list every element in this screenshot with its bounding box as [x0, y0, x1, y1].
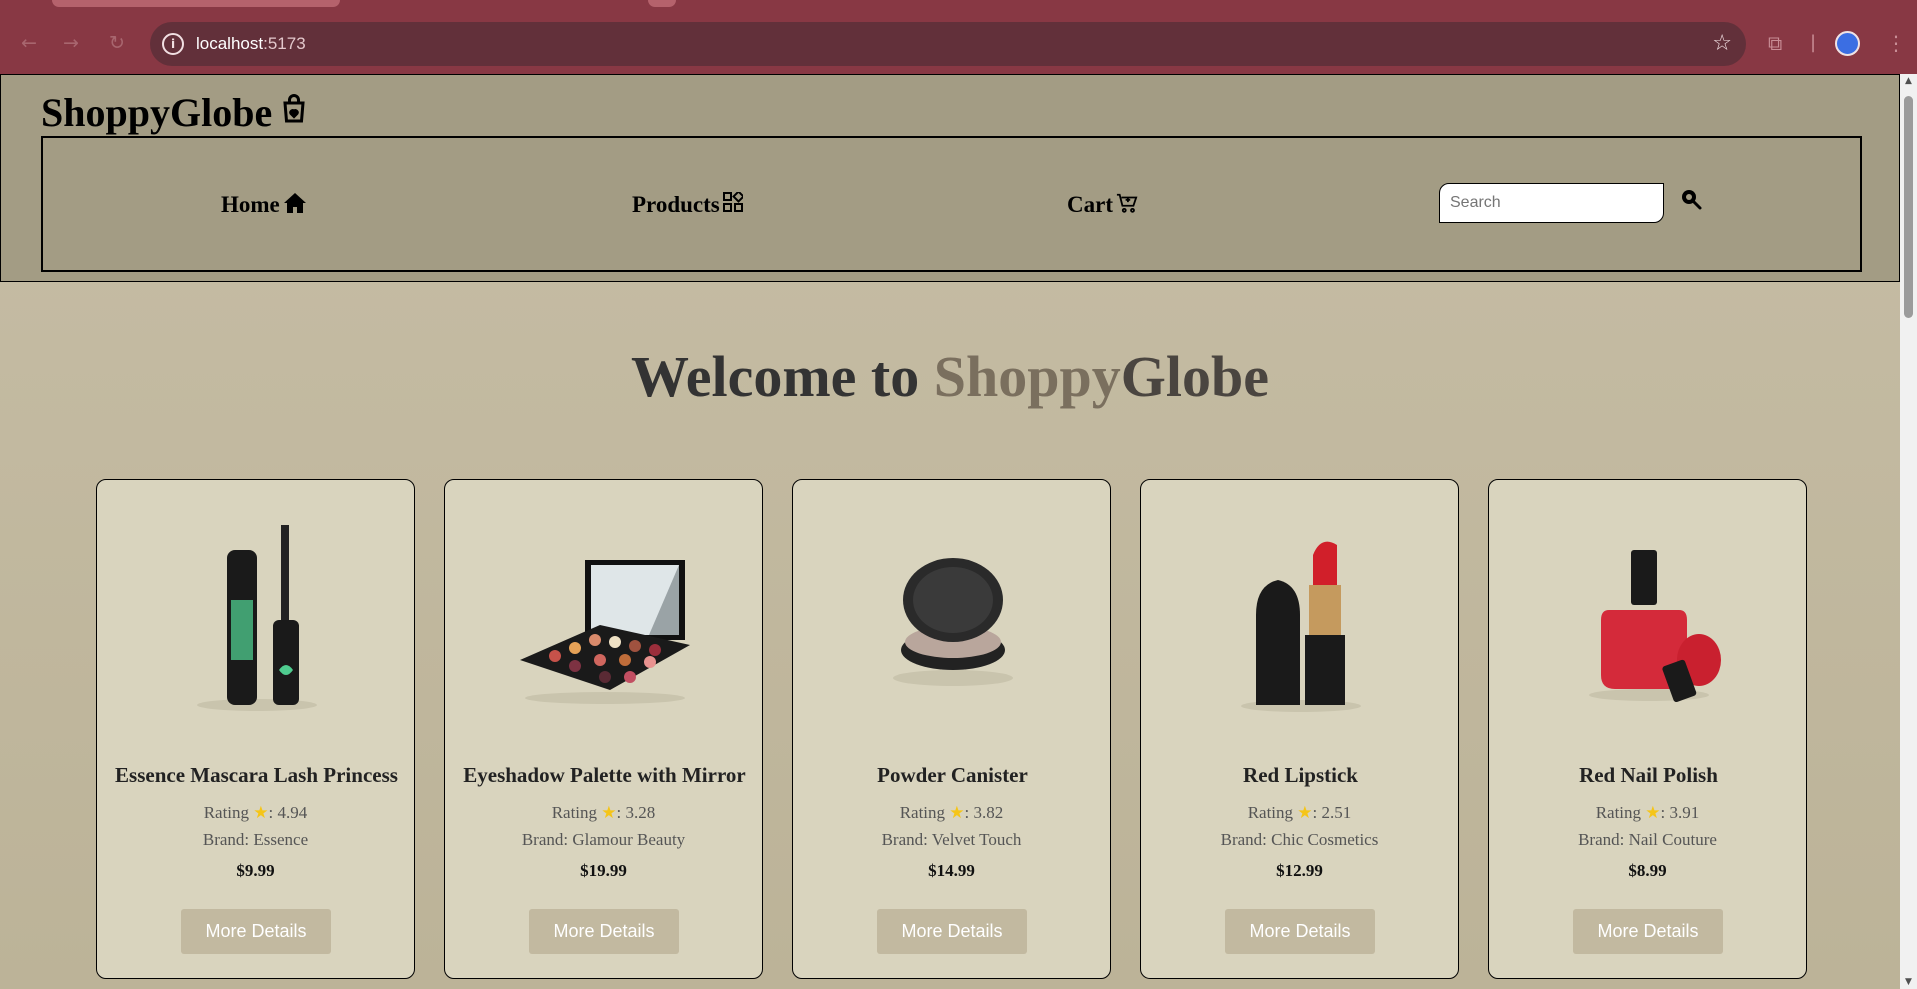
rating-value: : 3.91 — [1660, 803, 1700, 822]
site-info-icon[interactable]: i — [162, 33, 184, 55]
cart-icon — [1116, 193, 1138, 213]
rating-value: : 3.82 — [964, 803, 1004, 822]
browser-tab[interactable] — [52, 0, 340, 7]
shopping-bag-heart-icon — [283, 94, 305, 123]
lipstick-icon — [1241, 541, 1361, 712]
forward-icon[interactable]: → — [58, 30, 84, 56]
scrollbar-thumb[interactable] — [1904, 96, 1913, 318]
site-header: ShoppyGlobe Home Products Cart — [0, 74, 1900, 282]
reload-icon[interactable]: ↻ — [104, 30, 130, 56]
star-icon: ★ — [601, 803, 617, 823]
product-card[interactable]: Red Lipstick Rating ★: 2.51 Brand: Chic … — [1140, 479, 1459, 979]
grid-icon — [722, 190, 745, 212]
product-price: $8.99 — [1628, 861, 1667, 880]
url-text[interactable]: localhost:5173 — [196, 22, 306, 66]
more-details-button[interactable]: More Details — [877, 909, 1027, 954]
bookmark-star-icon[interactable]: ☆ — [1712, 22, 1732, 66]
mascara-icon — [197, 525, 317, 711]
nav-home-label: Home — [221, 192, 280, 217]
product-card[interactable]: Red Nail Polish Rating ★: 3.91 Brand: Na… — [1488, 479, 1807, 979]
product-price: $9.99 — [236, 861, 275, 880]
product-title[interactable]: Eyeshadow Palette with Mirror — [455, 763, 754, 788]
more-details-button[interactable]: More Details — [1225, 909, 1375, 954]
welcome-heading: Welcome to ShoppyGlobe — [0, 343, 1900, 410]
nav-products[interactable]: Products — [632, 190, 745, 218]
logo-text: ShoppyGlobe — [41, 90, 273, 135]
rating-label: Rating — [1595, 803, 1642, 822]
product-rating: Rating ★: 3.28 — [445, 803, 762, 823]
product-rating: Rating ★: 3.82 — [793, 803, 1110, 823]
star-icon: ★ — [949, 803, 965, 823]
menu-kebab-icon[interactable]: ⋮ — [1886, 30, 1906, 56]
nav-cart[interactable]: Cart — [1067, 192, 1138, 218]
product-price: $19.99 — [580, 861, 627, 880]
product-card[interactable]: Eyeshadow Palette with Mirror Rating ★: … — [444, 479, 763, 979]
more-details-button[interactable]: More Details — [529, 909, 679, 954]
nav-products-label: Products — [632, 192, 720, 217]
profile-avatar-icon[interactable] — [1835, 31, 1860, 56]
welcome-shoppy: Shoppy — [933, 344, 1121, 409]
rating-value: : 3.28 — [616, 803, 656, 822]
browser-toolbar: ← → ↻ i localhost:5173 ☆ ⧉ | ⋮ — [0, 0, 1917, 74]
more-details-button[interactable]: More Details — [181, 909, 331, 954]
extensions-icon[interactable]: ⧉ — [1768, 30, 1782, 56]
product-rating: Rating ★: 3.91 — [1489, 803, 1806, 823]
more-details-button[interactable]: More Details — [1573, 909, 1723, 954]
product-title[interactable]: Powder Canister — [803, 763, 1102, 788]
scroll-up-arrow-icon[interactable]: ▲ — [1903, 76, 1914, 86]
product-card[interactable]: Powder Canister Rating ★: 3.82 Brand: Ve… — [792, 479, 1111, 979]
star-icon: ★ — [1645, 803, 1661, 823]
toolbar-divider: | — [1810, 32, 1817, 53]
nail-polish-icon — [1589, 550, 1721, 703]
product-brand: Brand: Essence — [202, 830, 309, 849]
rating-label: Rating — [551, 803, 598, 822]
welcome-prefix: Welcome to — [630, 344, 934, 409]
product-title[interactable]: Red Lipstick — [1151, 763, 1450, 788]
nav-home[interactable]: Home — [221, 192, 307, 218]
site-logo[interactable]: ShoppyGlobe — [41, 89, 312, 136]
product-card[interactable]: Essence Mascara Lash Princess Rating ★: … — [96, 479, 415, 979]
powder-canister-icon — [893, 558, 1013, 686]
welcome-globe: Globe — [1120, 344, 1270, 409]
url-host: localhost — [196, 34, 264, 53]
search-icon[interactable] — [1679, 187, 1703, 211]
star-icon: ★ — [1297, 803, 1313, 823]
home-icon — [283, 193, 306, 213]
main-nav: Home Products Cart — [41, 136, 1862, 272]
product-brand: Brand: Velvet Touch — [881, 830, 1022, 849]
rating-value: : 4.94 — [268, 803, 308, 822]
eyeshadow-palette-icon — [520, 560, 690, 704]
tab-strip — [0, 0, 1917, 10]
rating-label: Rating — [203, 803, 250, 822]
back-icon[interactable]: ← — [16, 30, 42, 56]
product-price: $12.99 — [1276, 861, 1323, 880]
star-icon: ★ — [253, 803, 269, 823]
rating-label: Rating — [899, 803, 946, 822]
url-port: :5173 — [263, 34, 306, 53]
scroll-down-arrow-icon[interactable]: ▼ — [1903, 977, 1914, 987]
product-brand: Brand: Glamour Beauty — [521, 830, 686, 849]
page-content: ShoppyGlobe Home Products Cart Welcome t… — [0, 74, 1900, 989]
product-price: $14.99 — [928, 861, 975, 880]
product-rating: Rating ★: 4.94 — [97, 803, 414, 823]
rating-label: Rating — [1247, 803, 1294, 822]
product-title[interactable]: Red Nail Polish — [1499, 763, 1798, 788]
product-brand: Brand: Chic Cosmetics — [1220, 830, 1379, 849]
nav-cart-label: Cart — [1067, 192, 1113, 217]
rating-value: : 2.51 — [1312, 803, 1352, 822]
product-title[interactable]: Essence Mascara Lash Princess — [107, 763, 406, 788]
product-rating: Rating ★: 2.51 — [1141, 803, 1458, 823]
address-bar[interactable]: i localhost:5173 ☆ — [150, 22, 1746, 66]
product-brand: Brand: Nail Couture — [1578, 830, 1717, 849]
new-tab-button[interactable] — [648, 0, 676, 7]
page-scrollbar[interactable]: ▲ ▼ — [1900, 74, 1917, 989]
search-input[interactable] — [1439, 183, 1664, 223]
